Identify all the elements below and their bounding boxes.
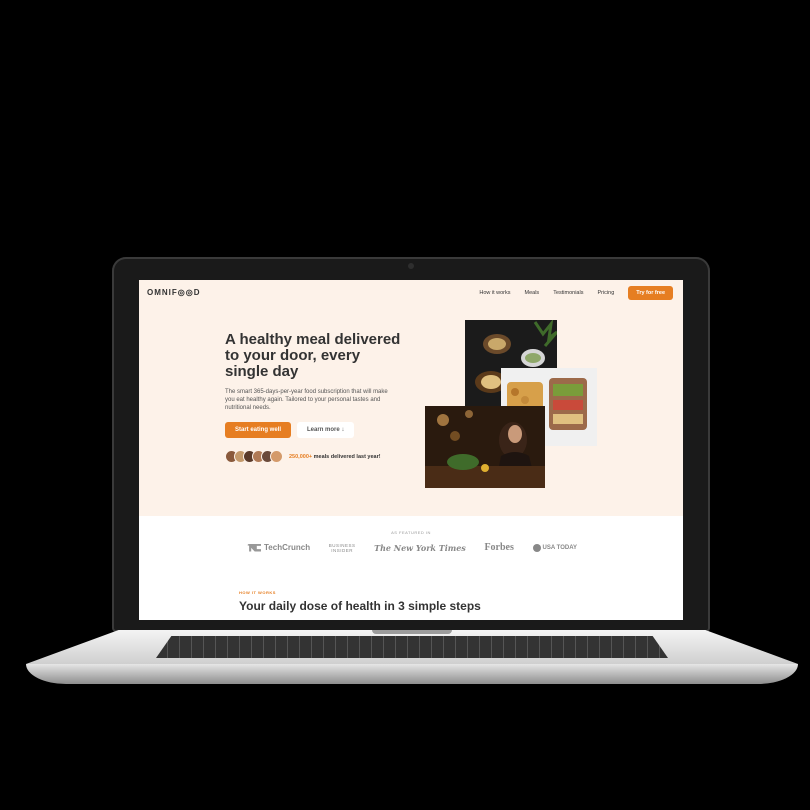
try-for-free-button[interactable]: Try for free (628, 286, 673, 300)
hero-buttons: Start eating well Learn more ↓ (225, 422, 405, 438)
laptop-base (26, 630, 798, 690)
top-navigation: OMNIF◎◎D How it works Meals Testimonials… (139, 280, 683, 310)
featured-in-section: AS FEATURED IN TechCrunch BUSINESS INSID… (139, 516, 683, 620)
featured-label: AS FEATURED IN (391, 530, 431, 535)
business-insider-line-2: INSIDER (331, 547, 353, 553)
camera-icon (408, 263, 414, 269)
avatar (270, 450, 283, 463)
brand-logos: TechCrunch BUSINESS INSIDER The New York… (247, 542, 577, 553)
keyboard (156, 636, 668, 658)
laptop-screen: OMNIF◎◎D How it works Meals Testimonials… (139, 280, 683, 620)
nav-link-testimonials[interactable]: Testimonials (553, 290, 583, 296)
restaurant-woman-image (425, 406, 545, 488)
learn-more-button[interactable]: Learn more ↓ (297, 422, 355, 438)
lid-notch (372, 630, 452, 634)
nav-links: How it works Meals Testimonials Pricing … (479, 286, 673, 300)
start-eating-well-button[interactable]: Start eating well (225, 422, 292, 438)
techcrunch-label: TechCrunch (264, 543, 311, 552)
usa-today-label: USA TODAY (542, 544, 577, 551)
customer-avatars (225, 450, 283, 463)
laptop-bottom (26, 664, 798, 684)
omnifood-logo[interactable]: OMNIF◎◎D (147, 288, 201, 297)
usa-today-logo: USA TODAY (532, 543, 577, 552)
techcrunch-logo: TechCrunch (247, 543, 310, 552)
delivered-meals: 250,000+ meals delivered last year! (225, 450, 405, 463)
hero-text-box: A healthy meal delivered to your door, e… (225, 332, 405, 463)
techcrunch-mark-icon (247, 543, 261, 552)
hero-description: The smart 365-days-per-year food subscri… (225, 389, 388, 411)
laptop-lid: OMNIF◎◎D How it works Meals Testimonials… (112, 257, 710, 632)
business-insider-logo: BUSINESS INSIDER (329, 543, 356, 553)
forbes-logo: Forbes (484, 542, 514, 553)
new-york-times-logo: The New York Times (374, 542, 466, 553)
delivered-text: 250,000+ meals delivered last year! (289, 454, 381, 460)
business-insider-line-1: BUSINESS (328, 542, 356, 548)
nav-link-meals[interactable]: Meals (525, 290, 540, 296)
nav-link-how-it-works[interactable]: How it works (479, 290, 510, 296)
how-it-works-title: Your daily dose of health in 3 simple st… (239, 599, 481, 613)
usa-today-dot-icon (532, 543, 541, 552)
delivered-count: 250,000+ (289, 453, 313, 460)
nav-link-pricing[interactable]: Pricing (597, 290, 614, 296)
hero-title: A healthy meal delivered to your door, e… (225, 331, 401, 380)
delivered-suffix: meals delivered last year! (312, 453, 381, 460)
how-it-works-label: HOW IT WORKS (239, 590, 276, 595)
